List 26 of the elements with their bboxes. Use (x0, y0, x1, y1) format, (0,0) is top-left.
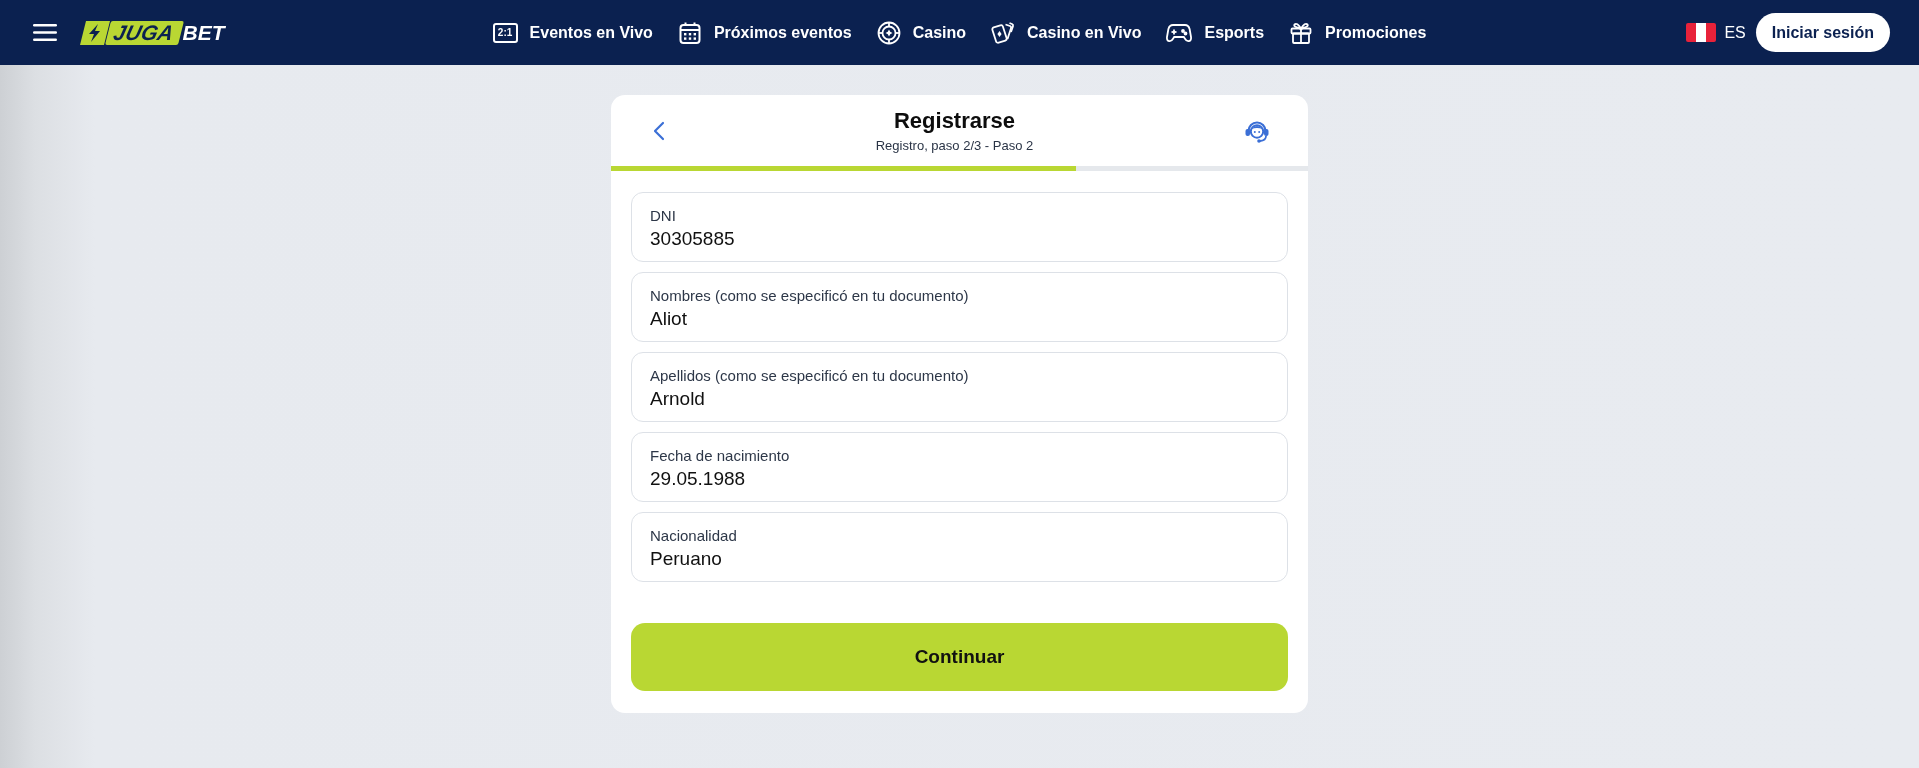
continue-button[interactable]: Continuar (631, 623, 1288, 691)
scoreboard-icon: 2:1 (492, 22, 518, 43)
nav-link[interactable]: 2:1 Eventos en Vivo (492, 22, 653, 43)
step-subtitle: Registro, paso 2/3 - Paso 2 (875, 137, 1034, 154)
nav-link[interactable]: Casino (876, 20, 967, 45)
playing-cards-icon (991, 20, 1016, 45)
nav-link[interactable]: Esports (1166, 22, 1265, 43)
input-field[interactable]: Fecha de nacimiento 29.05.1988 (631, 432, 1288, 502)
input-field[interactable]: Nacionalidad Peruano (631, 512, 1288, 582)
nav-link[interactable]: Próximos eventos (677, 20, 852, 45)
page-title: Registrarse (893, 107, 1016, 134)
back-icon[interactable] (653, 120, 665, 141)
login-button[interactable]: Iniciar sesión (1755, 13, 1890, 52)
input-field[interactable]: Apellidos (como se especificó en tu documento) Arnold (631, 352, 1288, 422)
language-label[interactable]: ES (1724, 23, 1746, 42)
input-field[interactable]: Nombres (como se especificó en tu documento) Aliot (631, 272, 1288, 342)
gift-icon (1289, 20, 1314, 45)
input-field[interactable]: DNI 30305885 (631, 192, 1288, 262)
gamepad-icon (1166, 22, 1193, 43)
flag-icon[interactable] (1686, 23, 1717, 42)
casino-chip-icon (876, 20, 901, 45)
lightning-icon (80, 20, 110, 45)
nav-link[interactable]: Casino en Vivo (991, 20, 1142, 45)
nav-link[interactable]: Promociones (1289, 20, 1427, 45)
calendar-icon (677, 20, 702, 45)
menu-icon[interactable] (33, 24, 57, 41)
